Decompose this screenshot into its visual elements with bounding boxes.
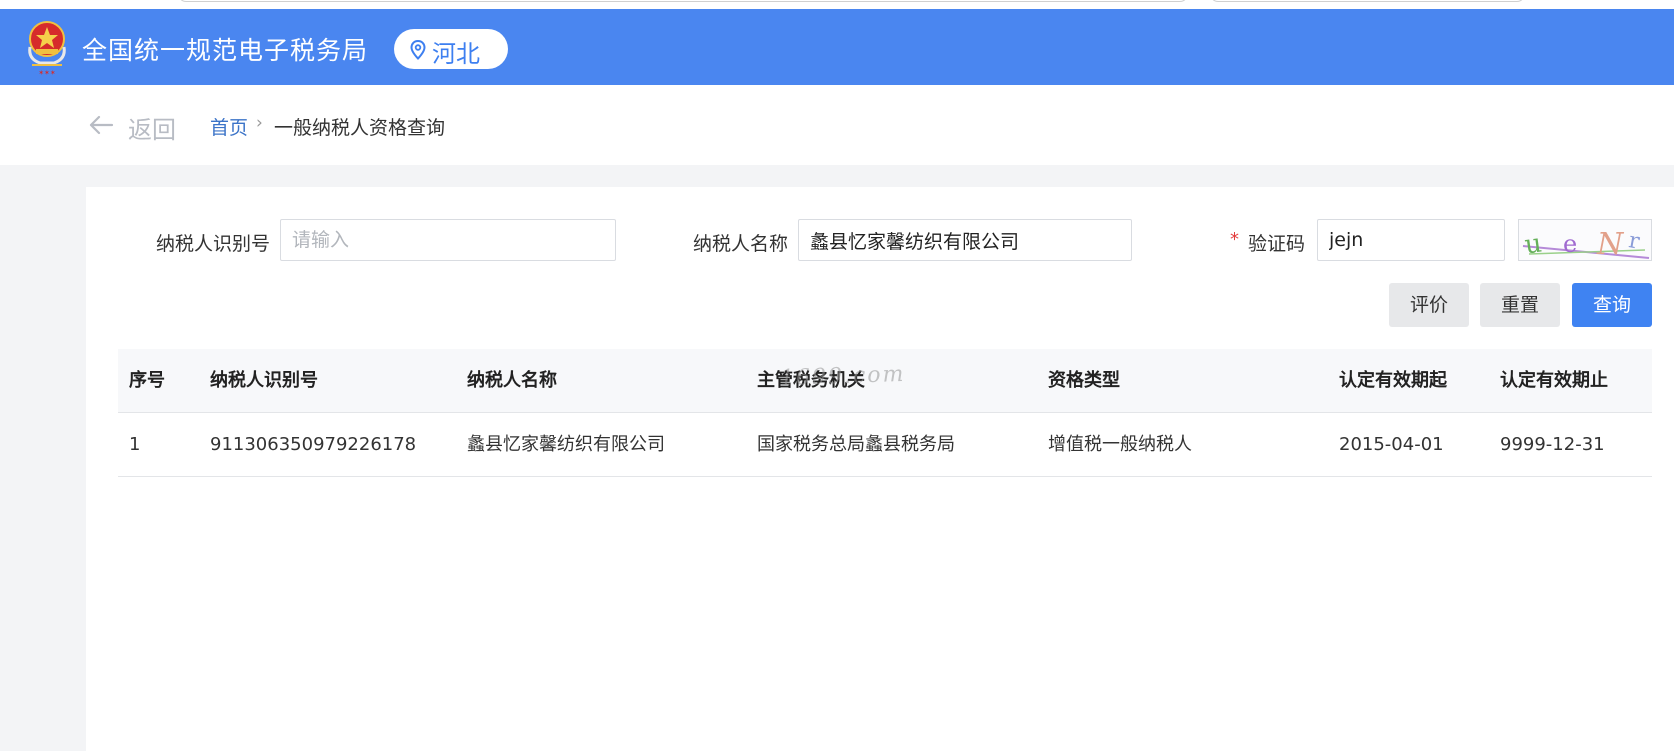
table-row: 1 911306350979226178 蠡县忆家馨纺织有限公司 国家税务总局蠡… [118,413,1652,477]
evaluate-button[interactable]: 评价 [1389,283,1469,327]
svg-text:u: u [1523,229,1544,261]
reset-button[interactable]: 重置 [1480,283,1560,327]
required-mark: * [1230,229,1239,250]
cell-qualification-type: 增值税一般纳税人 [1048,434,1192,455]
column-header-valid-to: 认定有效期止 [1500,370,1608,391]
browser-chrome-strip [0,0,1674,9]
captcha-label: 验证码 [1248,233,1306,255]
taxpayer-id-label: 纳税人识别号 [156,233,271,255]
breadcrumb-current: 一般纳税人资格查询 [274,117,446,139]
column-header-index: 序号 [129,370,165,391]
region-label: 河北 [432,40,480,68]
site-title: 全国统一规范电子税务局 [82,36,369,65]
site-header: ✶✶✶ 全国统一规范电子税务局 河北 [0,9,1674,85]
taxpayer-id-input[interactable] [280,219,616,261]
arrow-left-icon [89,115,114,135]
svg-text:✶✶✶: ✶✶✶ [38,69,56,77]
taxpayer-name-input[interactable] [798,219,1132,261]
navigation-bar: 返回 首页 › 一般纳税人资格查询 [0,85,1674,165]
column-header-valid-from: 认定有效期起 [1339,370,1447,391]
region-selector[interactable]: 河北 [394,29,508,69]
svg-text:e: e [1563,230,1577,258]
breadcrumb-home[interactable]: 首页 [210,113,248,140]
column-header-taxpayer-id: 纳税人识别号 [210,370,318,391]
national-emblem-icon: ✶✶✶ [24,19,70,77]
cell-valid-from: 2015-04-01 [1339,434,1444,455]
cell-taxpayer-id: 911306350979226178 [210,434,417,455]
watermark: 1699.com [779,361,906,392]
query-panel: 纳税人识别号 纳税人名称 * 验证码 u e N r 评价 重置 查询 序号 纳… [86,187,1674,751]
location-pin-icon [410,40,426,60]
taxpayer-name-label: 纳税人名称 [693,233,789,255]
column-header-qualification-type: 资格类型 [1048,370,1120,391]
column-header-taxpayer-name: 纳税人名称 [467,370,557,391]
cell-taxpayer-name: 蠡县忆家馨纺织有限公司 [467,434,665,455]
browser-search-bar[interactable] [1210,0,1525,2]
back-label: 返回 [128,116,176,144]
cell-index: 1 [129,434,141,455]
cell-tax-authority: 国家税务总局蠡县税务局 [757,434,955,455]
query-button[interactable]: 查询 [1572,283,1652,327]
breadcrumb-separator-icon: › [256,113,263,133]
cell-valid-to: 9999-12-31 [1500,434,1605,455]
browser-address-bar[interactable] [178,0,1188,2]
captcha-image[interactable]: u e N r [1518,219,1652,261]
captcha-input[interactable] [1317,219,1505,261]
svg-text:N: N [1596,227,1625,261]
